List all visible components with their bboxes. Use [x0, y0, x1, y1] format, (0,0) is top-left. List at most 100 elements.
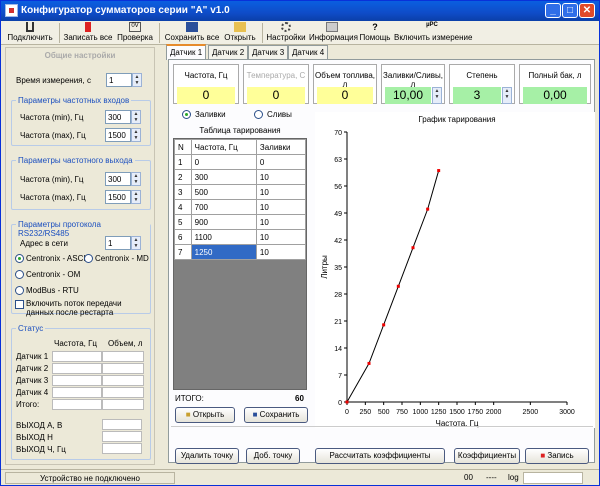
meas-time-spinner[interactable]: ▲ ▼	[132, 73, 142, 87]
freq-in-max-spinner[interactable]: ▲ ▼	[131, 128, 141, 142]
table-cell[interactable]: 10	[255, 184, 307, 200]
data-point	[382, 323, 386, 327]
table-cell[interactable]: 6	[174, 229, 192, 245]
value-box-3: Заливки/Сливы, л 10,00 ▲ ▼	[381, 64, 445, 104]
table-cell[interactable]: 10	[255, 199, 307, 215]
folder-icon: ■	[185, 410, 191, 419]
freq-out-min-spinner[interactable]: ▲ ▼	[131, 172, 141, 186]
total-label: ИТОГО:	[175, 394, 204, 403]
table-open-button[interactable]: ■ Открыть	[175, 407, 235, 423]
table-cell[interactable]: 1	[174, 154, 192, 170]
status-vol-cell	[102, 363, 144, 374]
x-tick-label: 750	[396, 409, 408, 416]
address-spinner[interactable]: ▲ ▼	[131, 236, 141, 250]
close-button[interactable]: ✕	[579, 3, 595, 18]
meas-time-input[interactable]: 1	[106, 73, 132, 87]
table-cell[interactable]: 700	[190, 199, 257, 215]
calc-coefficients-button[interactable]: Рассчитать коэффициенты	[315, 448, 445, 464]
status-vol-cell	[102, 351, 144, 362]
maximize-button[interactable]: □	[562, 3, 578, 18]
meas-time-label: Время измерения, с	[16, 76, 91, 85]
freq-in-min-input[interactable]: 300	[105, 110, 131, 124]
table-cell[interactable]: 0	[190, 154, 257, 170]
freq-in-max-input[interactable]: 1500	[105, 128, 131, 142]
table-row[interactable]: 3 500 10	[174, 184, 307, 200]
table-cell[interactable]: 4	[174, 199, 192, 215]
freq-out-min-input[interactable]: 300	[105, 172, 131, 186]
restart-stream-checkbox[interactable]	[15, 300, 24, 309]
write-all-button[interactable]: Записать все	[63, 21, 113, 45]
value-box-0: Частота, Гц 0	[173, 64, 239, 104]
settings-button[interactable]: Настройки	[265, 21, 307, 45]
value-box-spinner[interactable]: ▲ ▼	[432, 87, 442, 104]
table-row[interactable]: 100	[174, 154, 307, 170]
write-button[interactable]: ■ Запись	[525, 448, 589, 464]
y-tick-label: 35	[334, 265, 342, 272]
table-header: Заливки	[255, 139, 307, 155]
freq-input-group: Параметры частотных входов Частота (min)…	[11, 96, 151, 146]
table-cell[interactable]: 1250	[190, 244, 257, 260]
table-cell[interactable]: 10	[255, 214, 307, 230]
radio-fill[interactable]	[182, 110, 191, 119]
table-cell[interactable]: 2	[174, 169, 192, 185]
table-cell[interactable]: 7	[174, 244, 192, 260]
table-cell[interactable]: 3	[174, 184, 192, 200]
enable-measurement-button[interactable]: µPC Включить измерение	[394, 21, 472, 45]
table-cell[interactable]: 900	[190, 214, 257, 230]
pc-icon: µPC	[426, 22, 438, 28]
table-row[interactable]: 5 900 10	[174, 214, 307, 230]
delete-point-button[interactable]: Удалить точку	[175, 448, 239, 464]
radio-centronix-md[interactable]	[84, 254, 93, 263]
tab-sensor-2[interactable]: Датчик 2	[208, 45, 249, 59]
table-cell[interactable]: 10	[255, 229, 307, 245]
left-panel: Общие настройки Время измерения, с 1 ▲ ▼ …	[5, 47, 155, 465]
save-all-button[interactable]: Сохранить все	[164, 21, 220, 45]
table-cell[interactable]: 300	[190, 169, 257, 185]
address-input[interactable]: 1	[105, 236, 131, 250]
table-save-button[interactable]: ■ Сохранить	[244, 407, 308, 423]
x-tick-label: 500	[378, 409, 390, 416]
table-row[interactable]: 6 1100 10	[174, 229, 307, 245]
table-cell[interactable]: 1100	[190, 229, 257, 245]
table-cell[interactable]: 10	[255, 244, 307, 260]
info-button[interactable]: Информация	[309, 21, 358, 45]
radio-centronix-om[interactable]	[15, 270, 24, 279]
table-row[interactable]: 2 300 10	[174, 169, 307, 185]
y-tick-label: 70	[334, 130, 342, 137]
x-tick-label: 1250	[431, 409, 447, 416]
radio-drain[interactable]	[254, 110, 263, 119]
freq-out-max-input[interactable]: 1500	[105, 190, 131, 204]
table-row[interactable]: 4 700 10	[174, 199, 307, 215]
add-point-button[interactable]: Доб. точку	[246, 448, 300, 464]
connect-button[interactable]: Подключить	[5, 21, 55, 45]
table-header: Частота, Гц	[190, 139, 257, 155]
radio-modbus-rtu[interactable]	[15, 286, 24, 295]
sensor-panel: Частота, Гц 0 Температура, С 0 Объем топ…	[168, 59, 595, 464]
value-box-spinner[interactable]: ▲ ▼	[502, 87, 512, 104]
open-button[interactable]: Открыть	[222, 21, 258, 45]
tab-sensor-3[interactable]: Датчик 3	[248, 45, 289, 59]
table-cell[interactable]: 5	[174, 214, 192, 230]
tab-sensor-1[interactable]: Датчик 1	[166, 44, 207, 60]
title-bar: Конфигуратор сумматоров серии "А" v1.0 _…	[1, 1, 599, 21]
status-row-label: Датчик 1	[16, 352, 49, 361]
status-log: log	[508, 473, 519, 482]
value-box-value: 0	[247, 87, 305, 104]
table-cell[interactable]: 10	[255, 169, 307, 185]
data-point	[437, 169, 441, 173]
value-box-2: Объем топлива, л 0	[313, 64, 377, 104]
table-cell[interactable]: 0	[255, 154, 307, 170]
table-row[interactable]: 7 1250 10	[174, 244, 307, 260]
minimize-button[interactable]: _	[545, 3, 561, 18]
data-point	[411, 246, 415, 250]
help-button[interactable]: ? Помощь	[358, 21, 392, 45]
check-button[interactable]: 0V Проверка	[115, 21, 155, 45]
table-cell[interactable]: 500	[190, 184, 257, 200]
radio-centronix-ascii[interactable]	[15, 254, 24, 263]
freq-out-max-spinner[interactable]: ▲ ▼	[131, 190, 141, 204]
chart-background	[315, 112, 595, 428]
freq-in-min-spinner[interactable]: ▲ ▼	[131, 110, 141, 124]
folder-icon	[234, 22, 246, 32]
tab-sensor-4[interactable]: Датчик 4	[288, 45, 329, 59]
coefficients-button[interactable]: Коэффициенты	[454, 448, 520, 464]
